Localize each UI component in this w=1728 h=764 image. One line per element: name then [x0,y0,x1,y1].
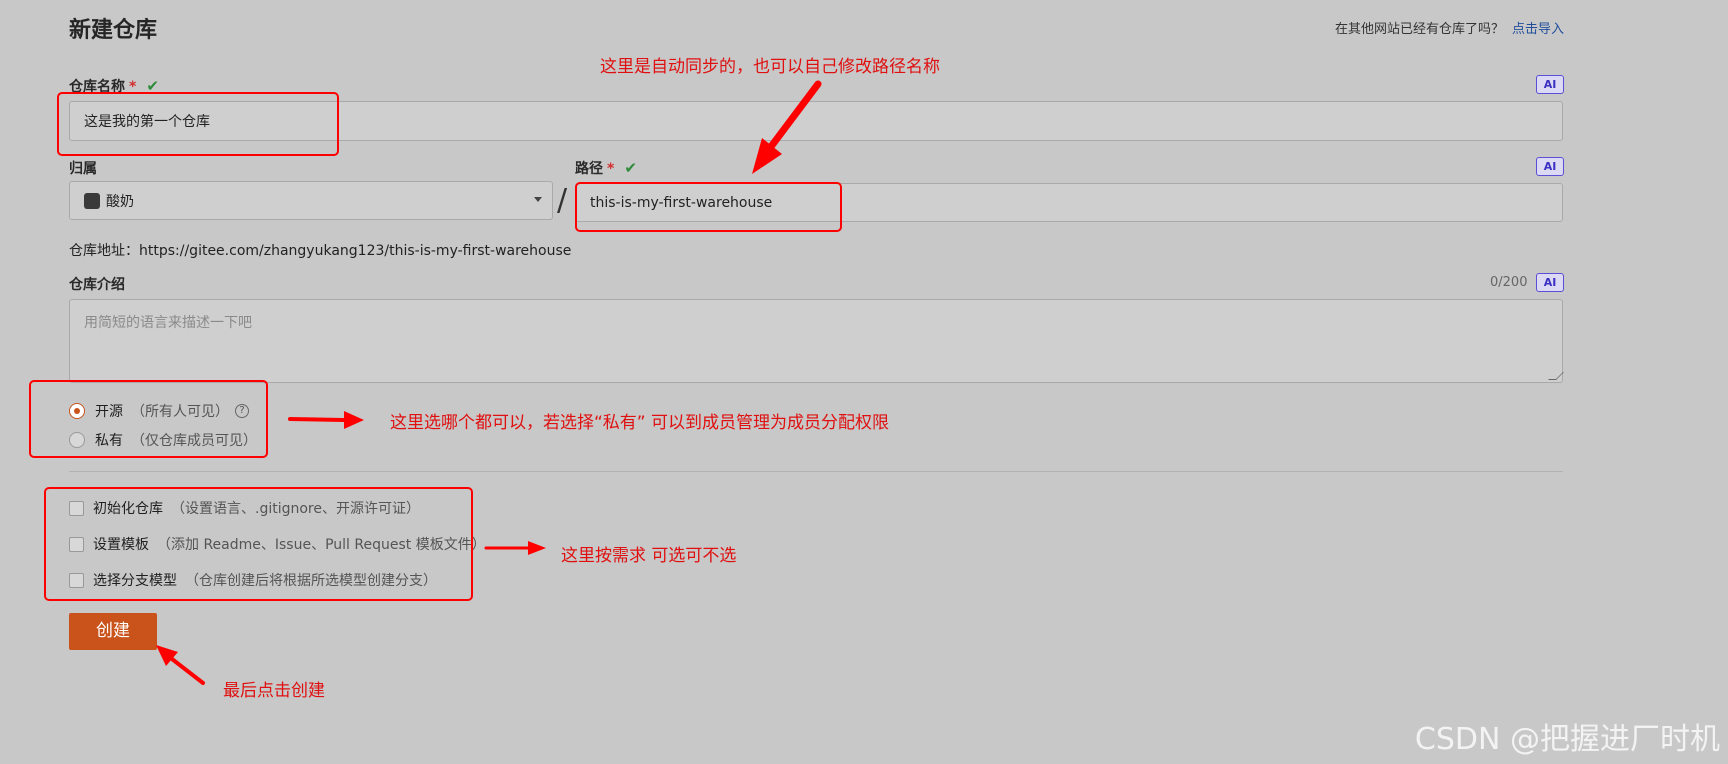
annotation-arrows [156,80,822,685]
arrow-options-head [528,541,546,555]
arrow-visibility-shaft [288,417,346,422]
watermark: CSDN @把握进厂时机 [1414,722,1720,757]
arrow-visibility-head [344,411,364,429]
arrow-path-shaft [766,80,822,152]
arrow-create-shaft [170,657,205,685]
